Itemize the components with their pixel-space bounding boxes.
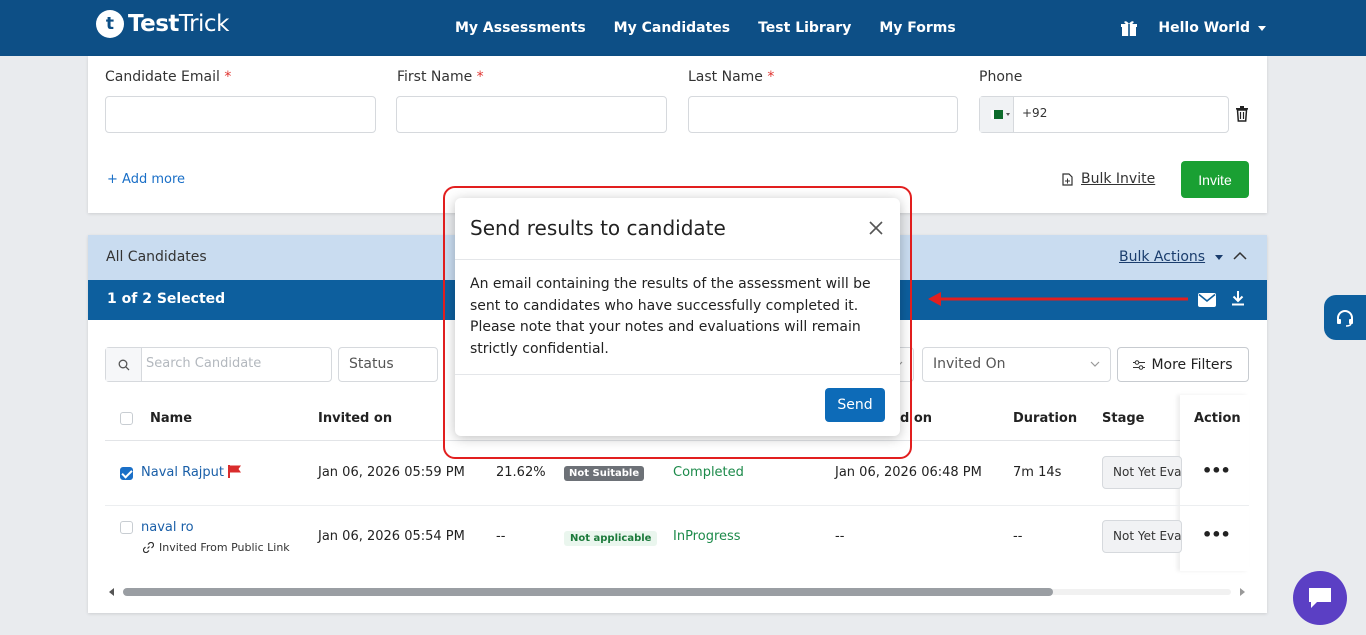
- send-results-modal: Send results to candidate An email conta…: [455, 198, 900, 436]
- selected-count: 1 of 2 Selected: [107, 291, 226, 307]
- scrollbar-thumb[interactable]: [123, 588, 1053, 596]
- file-icon: [1062, 172, 1073, 186]
- mail-icon[interactable]: [1198, 293, 1216, 307]
- main-nav: My Assessments My Candidates Test Librar…: [455, 0, 984, 56]
- logo-text: TestTrick: [128, 11, 229, 37]
- stage-select[interactable]: Not Yet Evaluated: [1102, 456, 1182, 489]
- status-cell: InProgress: [673, 529, 741, 544]
- row-checkbox[interactable]: [120, 521, 133, 534]
- add-more-link[interactable]: + Add more: [107, 172, 185, 187]
- score-cell: --: [496, 529, 506, 544]
- status-cell: Completed: [673, 465, 744, 480]
- horizontal-scrollbar[interactable]: [105, 585, 1249, 599]
- download-icon[interactable]: [1232, 291, 1244, 306]
- scroll-left-arrow[interactable]: [109, 588, 114, 596]
- gift-icon[interactable]: [1120, 19, 1138, 37]
- user-greeting[interactable]: Hello World: [1158, 20, 1250, 36]
- testtrick-logo[interactable]: t TestTrick: [96, 10, 229, 38]
- phone-label: Phone: [979, 69, 1023, 85]
- column-invited-on[interactable]: Invited on: [318, 411, 392, 426]
- modal-title: Send results to candidate: [470, 216, 726, 240]
- score-cell: 21.62%: [496, 465, 546, 480]
- first-name-label: First Name *: [397, 69, 484, 85]
- column-stage[interactable]: Stage: [1102, 411, 1144, 426]
- row-actions-menu[interactable]: •••: [1202, 461, 1231, 480]
- duration-cell: --: [1013, 529, 1023, 544]
- search-candidate-box: [105, 347, 332, 382]
- chevron-down-icon: [1258, 25, 1266, 31]
- trash-icon[interactable]: [1235, 106, 1249, 122]
- candidates-title: All Candidates: [106, 249, 207, 265]
- more-filters-button[interactable]: More Filters: [1117, 347, 1249, 382]
- suitability-badge: Not Suitable: [564, 466, 645, 481]
- first-name-input[interactable]: [396, 96, 667, 133]
- nav-test-library[interactable]: Test Library: [758, 20, 851, 36]
- chevron-down-icon: [1090, 361, 1100, 367]
- row-actions-menu[interactable]: •••: [1202, 525, 1231, 544]
- send-button[interactable]: Send: [825, 388, 885, 422]
- completed-on-cell: Jan 06, 2026 06:48 PM: [835, 465, 982, 480]
- nav-my-forms[interactable]: My Forms: [879, 20, 955, 36]
- nav-my-assessments[interactable]: My Assessments: [455, 20, 586, 36]
- red-flag-icon: [228, 465, 242, 478]
- column-duration[interactable]: Duration: [1013, 411, 1077, 426]
- candidate-name-link[interactable]: Naval Rajput: [141, 465, 242, 480]
- red-arrow-annotation: [928, 292, 1188, 306]
- pakistan-flag-icon: [990, 110, 1003, 119]
- top-navbar: t TestTrick My Assessments My Candidates…: [0, 0, 1366, 56]
- candidate-email-input[interactable]: [105, 96, 376, 133]
- status-filter[interactable]: Status: [338, 347, 438, 382]
- last-name-label: Last Name *: [688, 69, 775, 85]
- headset-icon: [1337, 309, 1353, 327]
- invited-on-cell: Jan 06, 2026 05:59 PM: [318, 465, 465, 480]
- last-name-input[interactable]: [688, 96, 958, 133]
- search-candidate-input[interactable]: [146, 356, 326, 371]
- caret-down-icon: [1215, 254, 1224, 260]
- candidate-name-link[interactable]: naval ro: [141, 520, 194, 535]
- invite-button[interactable]: Invite: [1181, 161, 1249, 198]
- support-tab[interactable]: [1324, 295, 1366, 340]
- country-code-select[interactable]: [980, 97, 1014, 132]
- nav-my-candidates[interactable]: My Candidates: [614, 20, 730, 36]
- scroll-right-arrow[interactable]: [1240, 588, 1245, 596]
- duration-cell: 7m 14s: [1013, 465, 1062, 480]
- completed-on-cell: --: [835, 529, 845, 544]
- public-link-note: Invited From Public Link: [143, 541, 290, 554]
- phone-code: +92: [1022, 106, 1048, 120]
- stage-select[interactable]: Not Yet Evaluated: [1102, 520, 1182, 553]
- chat-icon: [1309, 588, 1331, 608]
- bulk-actions-dropdown[interactable]: Bulk Actions: [1119, 249, 1224, 265]
- row-checkbox[interactable]: [120, 467, 133, 480]
- chat-widget[interactable]: [1293, 571, 1347, 625]
- invited-on-filter[interactable]: Invited On: [922, 347, 1111, 382]
- column-name[interactable]: Name: [150, 411, 192, 426]
- bulk-invite-link[interactable]: Bulk Invite: [1062, 171, 1155, 187]
- link-icon: [143, 542, 154, 553]
- select-all-checkbox[interactable]: [120, 412, 133, 425]
- search-icon: [106, 348, 142, 381]
- modal-body-text: An email containing the results of the a…: [470, 276, 871, 357]
- action-column: Action ••• •••: [1180, 395, 1249, 571]
- sliders-icon: [1133, 359, 1146, 370]
- email-label: Candidate Email *: [105, 69, 232, 85]
- chevron-up-icon[interactable]: [1232, 251, 1248, 261]
- close-icon[interactable]: [868, 220, 884, 236]
- invited-on-cell: Jan 06, 2026 05:54 PM: [318, 529, 465, 544]
- suitability-badge: Not applicable: [564, 531, 658, 546]
- phone-input[interactable]: +92: [979, 96, 1229, 133]
- user-menu[interactable]: Hello World: [1120, 0, 1266, 56]
- logo-mark: t: [96, 10, 124, 38]
- column-action: Action: [1194, 411, 1241, 426]
